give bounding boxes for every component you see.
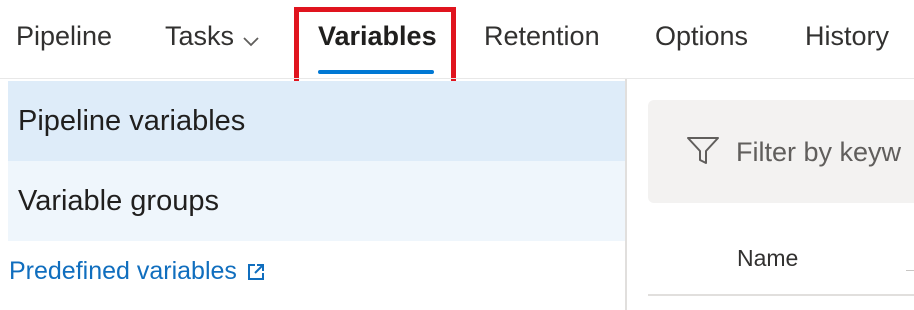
- sidebar-item-label: Variable groups: [18, 185, 219, 217]
- tab-pipeline-label: Pipeline: [16, 21, 113, 51]
- predefined-variables-label: Predefined variables: [9, 257, 237, 285]
- filter-input-placeholder: Filter by keyw: [736, 137, 902, 167]
- tab-history-label: History: [805, 21, 890, 51]
- tab-variables[interactable]: Variables: [318, 18, 437, 54]
- table-header-divider: [648, 294, 914, 296]
- filter-bar[interactable]: Filter by keyw: [648, 100, 914, 203]
- tab-pipeline[interactable]: Pipeline: [16, 18, 112, 54]
- tab-tasks[interactable]: Tasks: [165, 18, 260, 56]
- sidebar-item-label: Pipeline variables: [18, 105, 246, 137]
- column-header-name[interactable]: Name: [737, 242, 798, 274]
- tab-history[interactable]: History: [805, 18, 889, 54]
- panel-splitter[interactable]: [625, 79, 627, 310]
- tab-tasks-label: Tasks: [165, 21, 235, 51]
- external-link-icon: [237, 257, 265, 285]
- tab-retention-label: Retention: [484, 21, 600, 51]
- tab-options[interactable]: Options: [655, 18, 748, 54]
- chevron-down-icon: [242, 20, 260, 56]
- sidebar-item-pipeline-variables[interactable]: Pipeline variables: [8, 81, 625, 161]
- tab-variables-label: Variables: [318, 21, 437, 51]
- predefined-variables-link[interactable]: Predefined variables: [9, 254, 265, 288]
- filter-icon: [686, 136, 720, 171]
- tab-retention[interactable]: Retention: [484, 18, 600, 54]
- sidebar-item-variable-groups[interactable]: Variable groups: [8, 161, 625, 241]
- active-tab-indicator: [318, 70, 434, 74]
- tab-bar: Pipeline Tasks Variables Retention Optio…: [0, 0, 914, 78]
- column-resize-handle[interactable]: [906, 270, 914, 271]
- tab-options-label: Options: [655, 21, 749, 51]
